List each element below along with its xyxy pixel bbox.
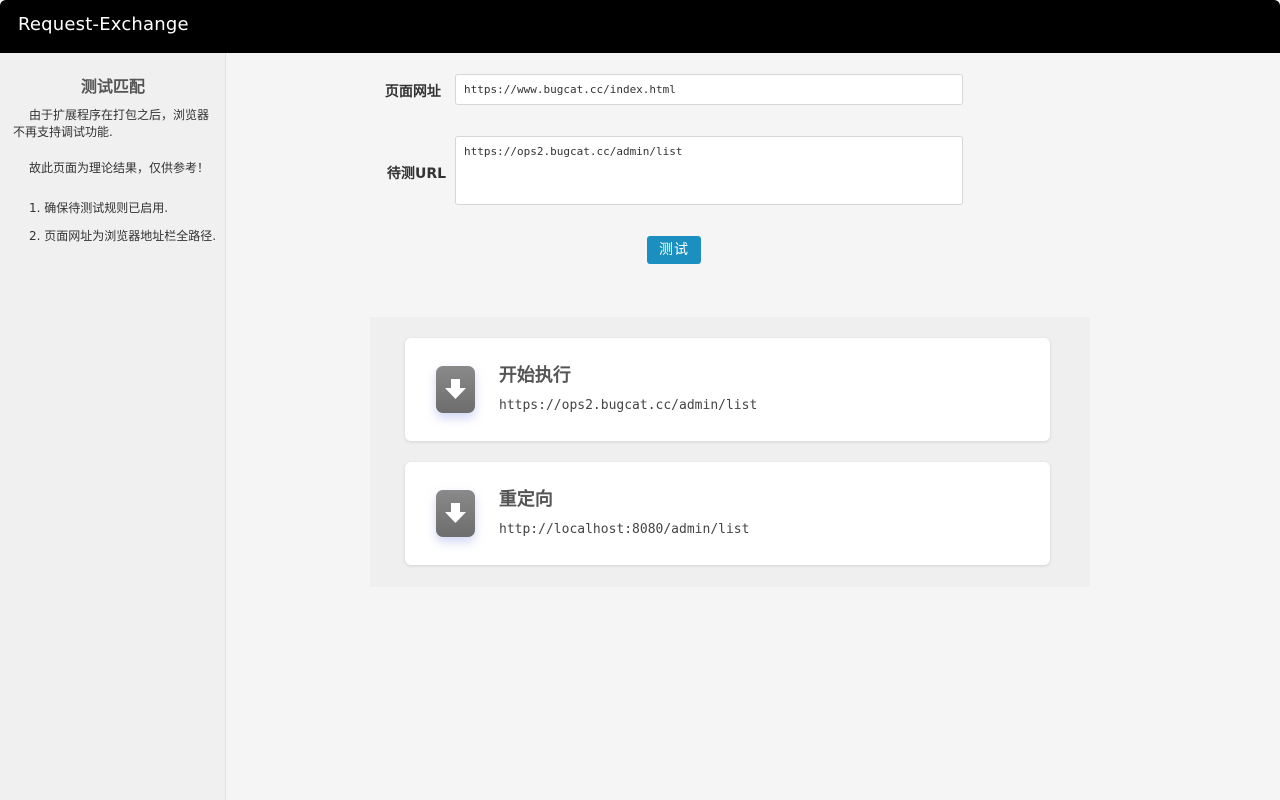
result-url: http://localhost:8080/admin/list — [499, 522, 750, 537]
sidebar-heading: 测试匹配 — [80, 77, 145, 96]
result-url: https://ops2.bugcat.cc/admin/list — [499, 398, 758, 413]
page-url-label: 页面网址 — [385, 84, 441, 100]
test-url-label: 待测URL — [387, 166, 447, 182]
result-title: 重定向 — [499, 489, 553, 510]
sidebar-list-item: 1. 确保待测试规则已启用. — [29, 201, 169, 215]
result-card: 重定向 http://localhost:8080/admin/list — [405, 462, 1050, 565]
sidebar-note-1: 由于扩展程序在打包之后，浏览器不再支持调试功能. — [13, 108, 210, 139]
sidebar-list-item: 2. 页面网址为浏览器地址栏全路径. — [29, 229, 217, 243]
sidebar: 测试匹配 由于扩展程序在打包之后，浏览器不再支持调试功能. 故此页面为理论结果，… — [0, 53, 226, 800]
result-title: 开始执行 — [499, 365, 571, 386]
arrow-down-icon — [436, 366, 475, 413]
result-card: 开始执行 https://ops2.bugcat.cc/admin/list — [405, 338, 1050, 441]
page-url-input[interactable]: https://www.bugcat.cc/index.html — [455, 74, 963, 105]
test-url-textarea[interactable]: https://ops2.bugcat.cc/admin/list — [455, 136, 963, 205]
test-button[interactable]: 测试 — [647, 236, 701, 264]
arrow-down-icon — [436, 490, 475, 537]
app-header: Request-Exchange — [0, 0, 1280, 53]
sidebar-note-2: 故此页面为理论结果，仅供参考！ — [29, 161, 210, 175]
app-title: Request-Exchange — [18, 14, 189, 35]
